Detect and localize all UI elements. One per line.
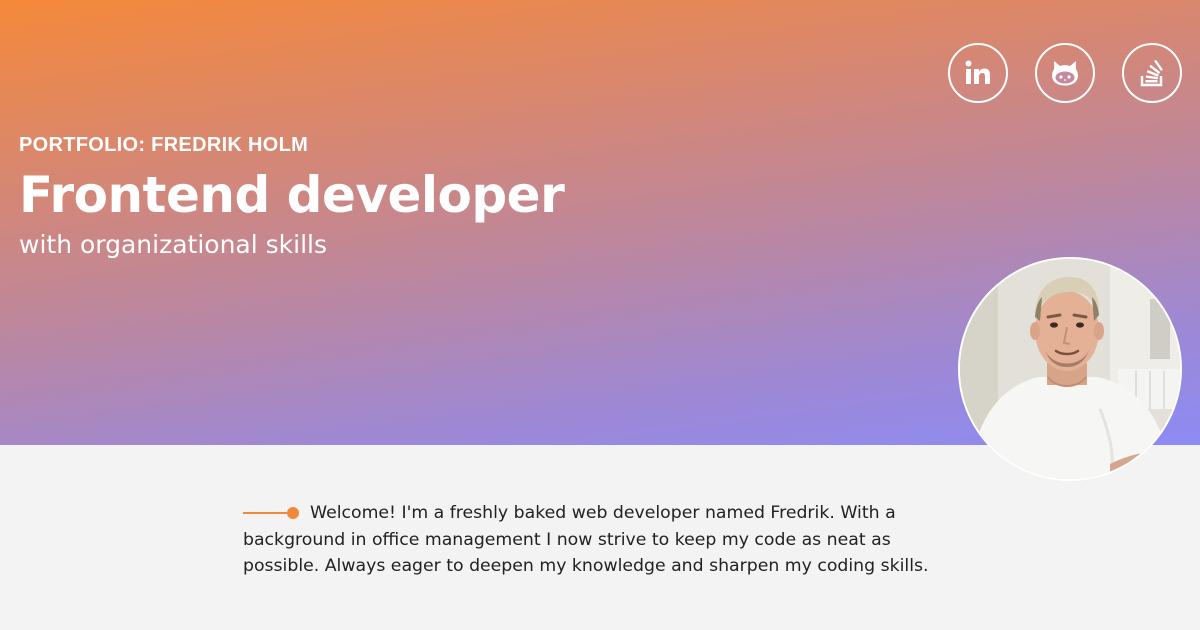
github-link[interactable]	[1035, 43, 1095, 103]
stackoverflow-icon	[1140, 59, 1163, 87]
intro-text: Welcome! I'm a freshly baked web develop…	[243, 503, 929, 576]
page-title: Frontend developer	[19, 166, 565, 224]
avatar	[958, 257, 1182, 481]
profile-photo	[960, 259, 1180, 479]
github-icon	[1052, 61, 1078, 86]
stackoverflow-link[interactable]	[1122, 43, 1182, 103]
page-subtitle: with organizational skills	[19, 230, 328, 259]
portfolio-page: PORTFOLIO: FREDRIK HOLM Frontend develop…	[0, 0, 1200, 630]
linkedin-link[interactable]	[948, 43, 1008, 103]
linkedin-icon	[965, 60, 990, 84]
portfolio-owner-label: PORTFOLIO: FREDRIK HOLM	[19, 134, 309, 156]
